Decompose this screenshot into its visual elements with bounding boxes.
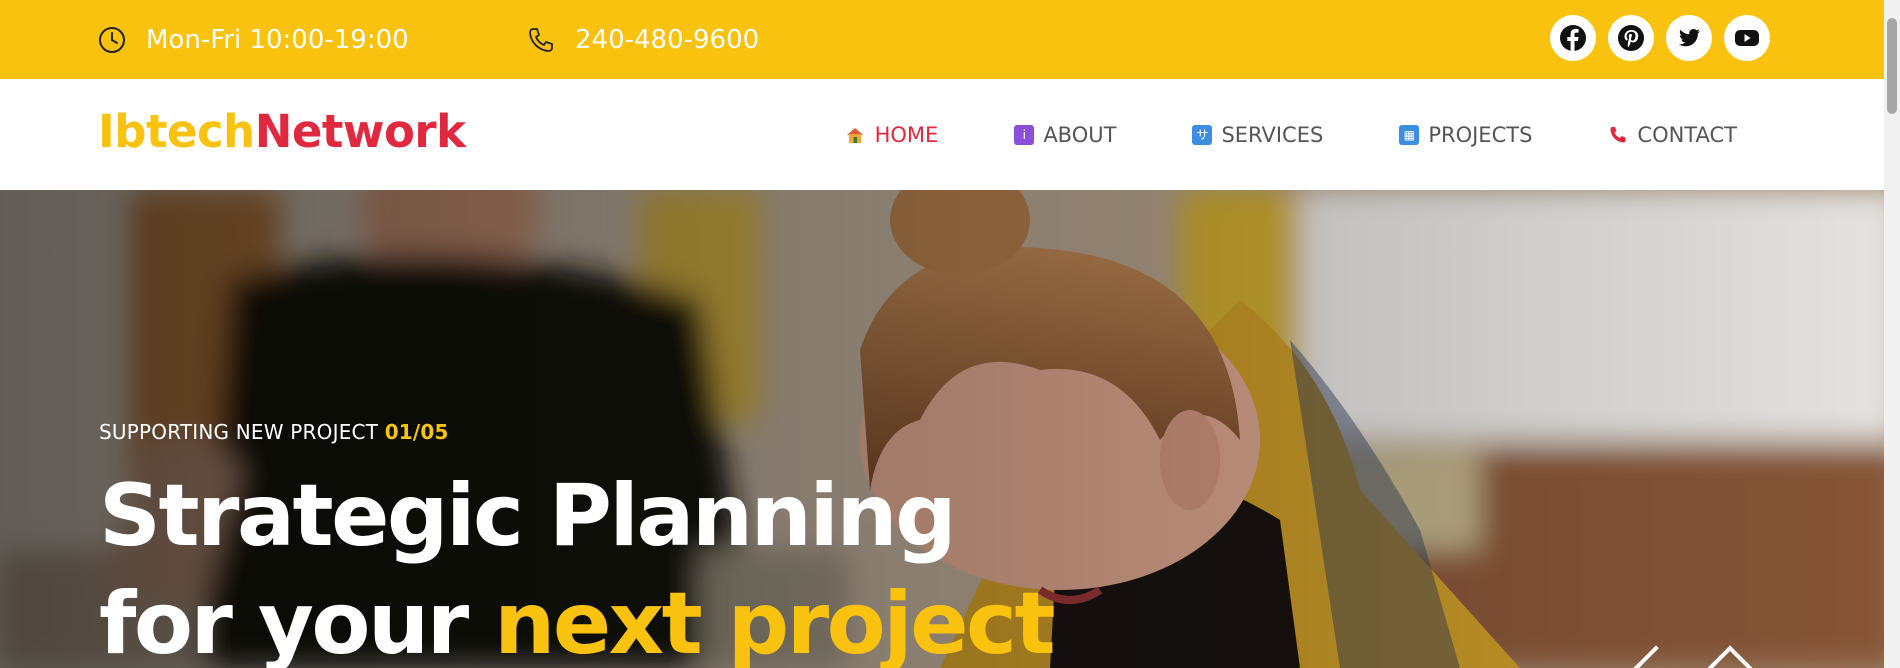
nav-projects[interactable]: ▦ PROJECTS [1399, 123, 1532, 147]
nav-about[interactable]: i ABOUT [1014, 123, 1116, 147]
pinterest-button[interactable] [1608, 15, 1654, 61]
logo-part-1: Ibtech [98, 105, 255, 158]
main-navbar: IbtechNetwork HOME i ABOUT サ SERVICES ▦ … [0, 79, 1884, 190]
hero-caption: SUPPORTING NEW PROJECT 01/05 Strategic P… [99, 420, 1056, 668]
logo-part-2: Network [254, 105, 466, 158]
hero-headline-plain: for your [99, 574, 469, 668]
hours-text: Mon-Fri 10:00-19:00 [146, 24, 409, 55]
nav-about-label: ABOUT [1043, 122, 1117, 147]
twitter-button[interactable] [1666, 15, 1712, 61]
phone-icon [529, 27, 553, 52]
facebook-button[interactable] [1550, 15, 1596, 61]
top-info-bar: Mon-Fri 10:00-19:00 240-480-9600 [0, 0, 1884, 79]
nav-home-label: HOME [874, 122, 939, 147]
phone-info[interactable]: 240-480-9600 [527, 0, 759, 79]
scrollbar-thumb[interactable] [1887, 18, 1897, 114]
house-icon [844, 125, 866, 145]
pinterest-icon [1618, 25, 1644, 51]
facebook-icon [1560, 25, 1586, 51]
page-scrollbar[interactable] [1884, 0, 1900, 668]
nav-projects-label: PROJECTS [1428, 122, 1533, 147]
twitter-icon [1678, 29, 1700, 47]
nav-contact-label: CONTACT [1637, 122, 1737, 147]
main-menu: HOME i ABOUT サ SERVICES ▦ PROJECTS CONTA… [844, 79, 1737, 190]
hero-headline-line-2: for your next project [99, 570, 1056, 668]
clock-icon [99, 26, 125, 53]
youtube-button[interactable] [1724, 15, 1770, 61]
services-icon: サ [1192, 124, 1213, 145]
phone-text: 240-480-9600 [575, 24, 760, 55]
hours-info: Mon-Fri 10:00-19:00 [98, 0, 409, 79]
nav-home[interactable]: HOME [844, 122, 939, 147]
nav-services[interactable]: サ SERVICES [1192, 123, 1323, 147]
hero-eyebrow: SUPPORTING NEW PROJECT 01/05 [99, 420, 1053, 444]
projects-icon: ▦ [1399, 124, 1420, 145]
hero-headline-line-1: Strategic Planning [99, 466, 957, 566]
hero-headline: Strategic Planning for your next project [99, 462, 1056, 668]
slide-counter: 01/05 [384, 420, 449, 444]
phone-icon [1608, 125, 1628, 145]
nav-contact[interactable]: CONTACT [1608, 123, 1737, 147]
hero-slider: SUPPORTING NEW PROJECT 01/05 Strategic P… [0, 190, 1884, 668]
youtube-icon [1735, 30, 1759, 46]
social-links [1550, 15, 1770, 61]
hero-headline-highlight: next project [494, 574, 1056, 668]
info-icon: i [1014, 124, 1035, 145]
hero-eyebrow-text: SUPPORTING NEW PROJECT [99, 420, 379, 444]
site-logo[interactable]: IbtechNetwork [98, 105, 466, 158]
nav-services-label: SERVICES [1221, 122, 1324, 147]
